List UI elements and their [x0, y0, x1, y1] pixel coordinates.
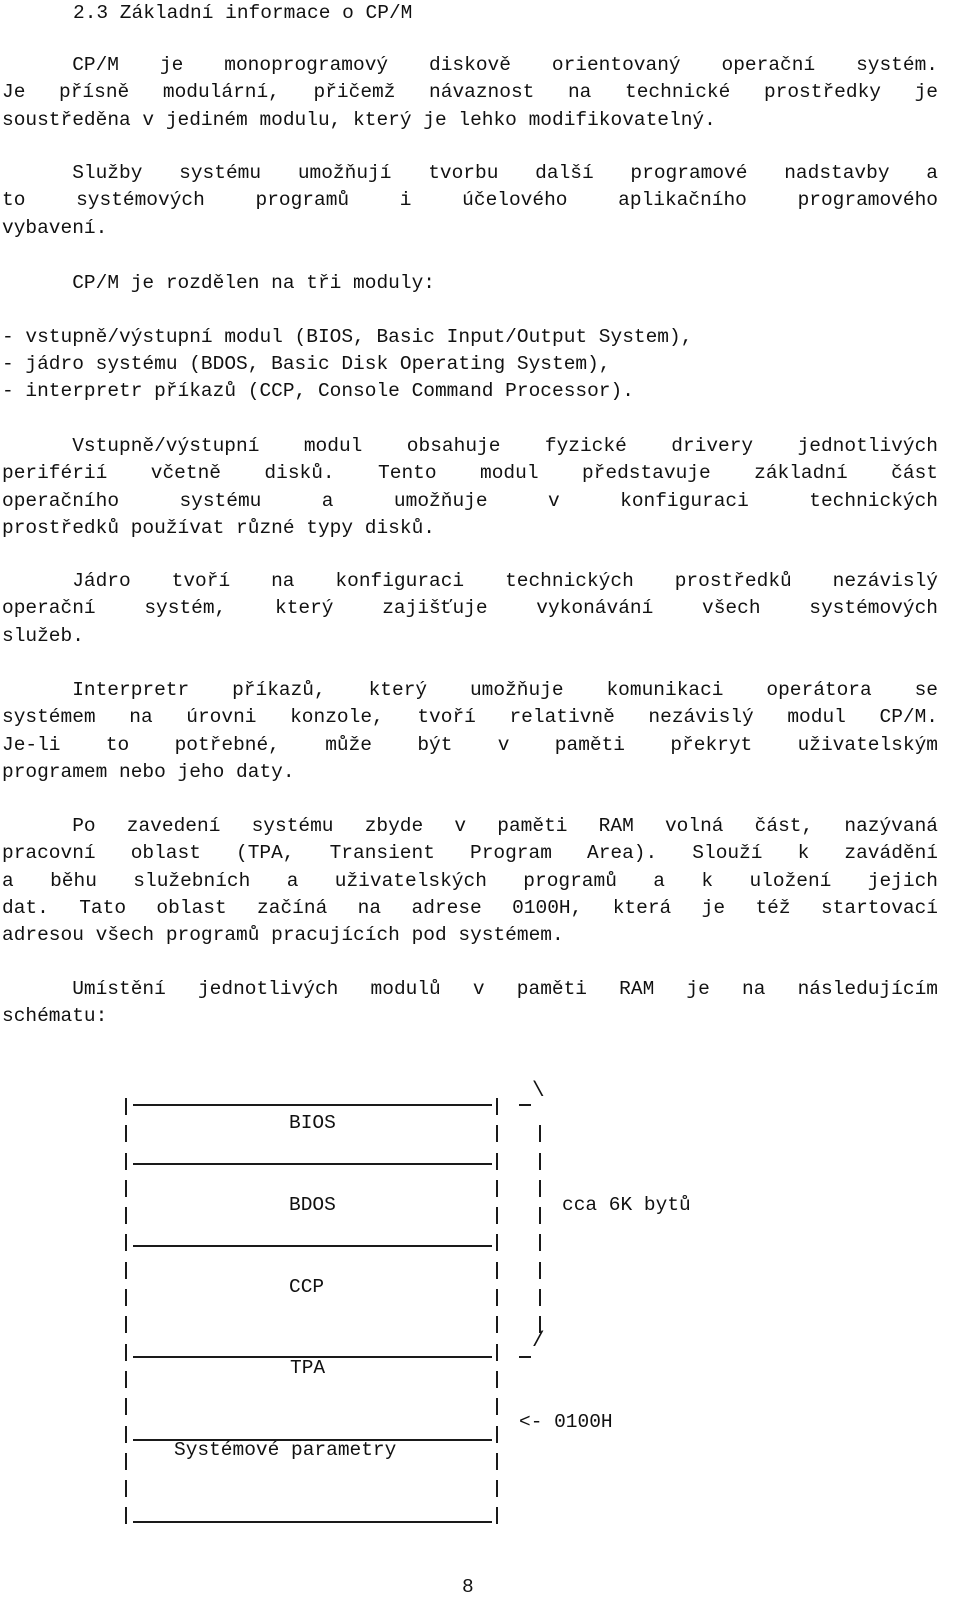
diagram-vertical-bar [496, 1207, 498, 1224]
diagram-divider [133, 1245, 492, 1247]
diagram-vertical-bar [539, 1125, 541, 1142]
text-line: Umístění jednotlivých modulů v paměti RA… [72, 978, 938, 1000]
diagram-vertical-bar [125, 1344, 127, 1361]
diagram-vertical-bar [496, 1180, 498, 1197]
text-line: operačního systému a umožňuje v konfigur… [2, 489, 938, 512]
text-line: Vstupně/výstupní modul obsahuje fyzické … [72, 435, 938, 457]
module-list-item: - jádro systému (BDOS, Basic Disk Operat… [2, 353, 611, 375]
module-list-item: - interpretr příkazů (CCP, Console Comma… [2, 380, 634, 402]
diagram-vertical-bar [539, 1180, 541, 1197]
diagram-vertical-bar [125, 1207, 127, 1224]
modules-intro: CP/M je rozdělen na tři moduly: [2, 272, 435, 294]
diagram-vertical-bar [496, 1153, 498, 1170]
diagram-vertical-bar [539, 1153, 541, 1170]
brace-bottom-slash: / [532, 1330, 545, 1353]
block-label-bdos: BDOS [289, 1194, 336, 1216]
paragraph-tpa: Po zavedení systému zbyde v paměti RAM v… [2, 813, 938, 949]
page-number: 8 [462, 1576, 474, 1598]
diagram-vertical-bar [496, 1426, 498, 1443]
text-line: operační systém, který zajišťuje vykonáv… [2, 597, 938, 620]
diagram-vertical-bar [496, 1453, 498, 1470]
text-line: CP/M je monoprogramový diskově orientova… [72, 54, 938, 76]
diagram-vertical-bar [496, 1098, 498, 1115]
paragraph-services: Služby systému umožňují tvorbu další pro… [2, 160, 938, 242]
diagram-vertical-bar [539, 1289, 541, 1306]
text-line: to systémových programů i účelového apli… [2, 189, 938, 212]
text-line: vybavení. [2, 216, 108, 239]
block-label-tpa: TPA [290, 1357, 326, 1379]
diagram-vertical-bar [496, 1125, 498, 1142]
text-line: programem nebo jeho daty. [2, 760, 295, 783]
diagram-bottom-border [133, 1521, 492, 1523]
diagram-vertical-bar [496, 1480, 498, 1497]
text-line: adresou všech programů pracujících pod s… [2, 924, 564, 947]
diagram-divider [133, 1163, 492, 1165]
text-line: prostředků používat různé typy disků. [2, 516, 435, 539]
address-marker: <- 0100H [519, 1411, 613, 1433]
brace-top [519, 1104, 531, 1106]
diagram-vertical-bar [496, 1344, 498, 1361]
diagram-vertical-bar [125, 1371, 127, 1388]
document-page: 2.3 Základní informace o CP/M CP/M je mo… [0, 0, 960, 1601]
text-line: Je přísně modulární, přičemž návaznost n… [2, 81, 938, 104]
text-line: pracovní oblast (TPA, Transient Program … [2, 842, 938, 865]
diagram-vertical-bar [496, 1507, 498, 1524]
brace-bottom [519, 1356, 531, 1358]
text-line: a běhu služebních a uživatelských progra… [2, 869, 938, 892]
diagram-vertical-bar [539, 1262, 541, 1279]
text-line: systémem na úrovni konzole, tvoří relati… [2, 706, 938, 729]
diagram-vertical-bar [125, 1426, 127, 1443]
block-label-system-parameters: Systémové parametry [174, 1439, 397, 1461]
brace-top-slash: \ [532, 1080, 545, 1103]
diagram-vertical-bar [125, 1262, 127, 1279]
diagram-vertical-bar [125, 1180, 127, 1197]
diagram-vertical-bar [496, 1289, 498, 1306]
paragraph-intro: CP/M je monoprogramový diskově orientova… [2, 52, 938, 134]
diagram-vertical-bar [539, 1207, 541, 1224]
diagram-vertical-bar [496, 1234, 498, 1251]
block-label-bios: BIOS [289, 1112, 336, 1134]
block-label-ccp: CCP [289, 1276, 325, 1298]
diagram-vertical-bar [125, 1398, 127, 1415]
diagram-vertical-bar [125, 1507, 127, 1524]
text-line: periférií včetně disků. Tento modul před… [2, 462, 938, 485]
text-line: Interpretr příkazů, který umožňuje komun… [72, 679, 938, 701]
text-line: Jádro tvoří na konfiguraci technických p… [72, 570, 938, 592]
diagram-vertical-bar [539, 1234, 541, 1251]
diagram-vertical-bar [125, 1453, 127, 1470]
module-list-item: - vstupně/výstupní modul (BIOS, Basic In… [2, 326, 693, 348]
text-line: dat. Tato oblast začíná na adrese 0100H,… [2, 896, 938, 919]
diagram-vertical-bar [496, 1316, 498, 1333]
diagram-vertical-bar [125, 1289, 127, 1306]
paragraph-diagram-intro: Umístění jednotlivých modulů v paměti RA… [2, 976, 938, 1031]
diagram-vertical-bar [125, 1234, 127, 1251]
paragraph-bdos: Jádro tvoří na konfiguraci technických p… [2, 568, 938, 650]
text-line: soustředěna v jediném modulu, který je l… [2, 108, 716, 131]
diagram-vertical-bar [125, 1153, 127, 1170]
diagram-vertical-bar [125, 1098, 127, 1115]
diagram-vertical-bar [496, 1262, 498, 1279]
paragraph-bios: Vstupně/výstupní modul obsahuje fyzické … [2, 433, 938, 542]
text-line: služeb. [2, 624, 84, 647]
text-line: Služby systému umožňují tvorbu další pro… [72, 162, 938, 184]
text-line: Je-li to potřebné, může být v paměti pře… [2, 733, 938, 756]
diagram-vertical-bar [496, 1371, 498, 1388]
text-line: Po zavedení systému zbyde v paměti RAM v… [72, 815, 938, 837]
diagram-vertical-bar [496, 1398, 498, 1415]
brace-label: cca 6K bytů [562, 1194, 691, 1216]
text-line: schématu: [2, 1005, 108, 1028]
diagram-vertical-bar [125, 1125, 127, 1142]
diagram-vertical-bar [125, 1480, 127, 1497]
diagram-top-border [133, 1104, 492, 1106]
section-heading: 2.3 Základní informace o CP/M [73, 2, 413, 24]
diagram-vertical-bar [125, 1316, 127, 1333]
paragraph-ccp: Interpretr příkazů, který umožňuje komun… [2, 677, 938, 786]
